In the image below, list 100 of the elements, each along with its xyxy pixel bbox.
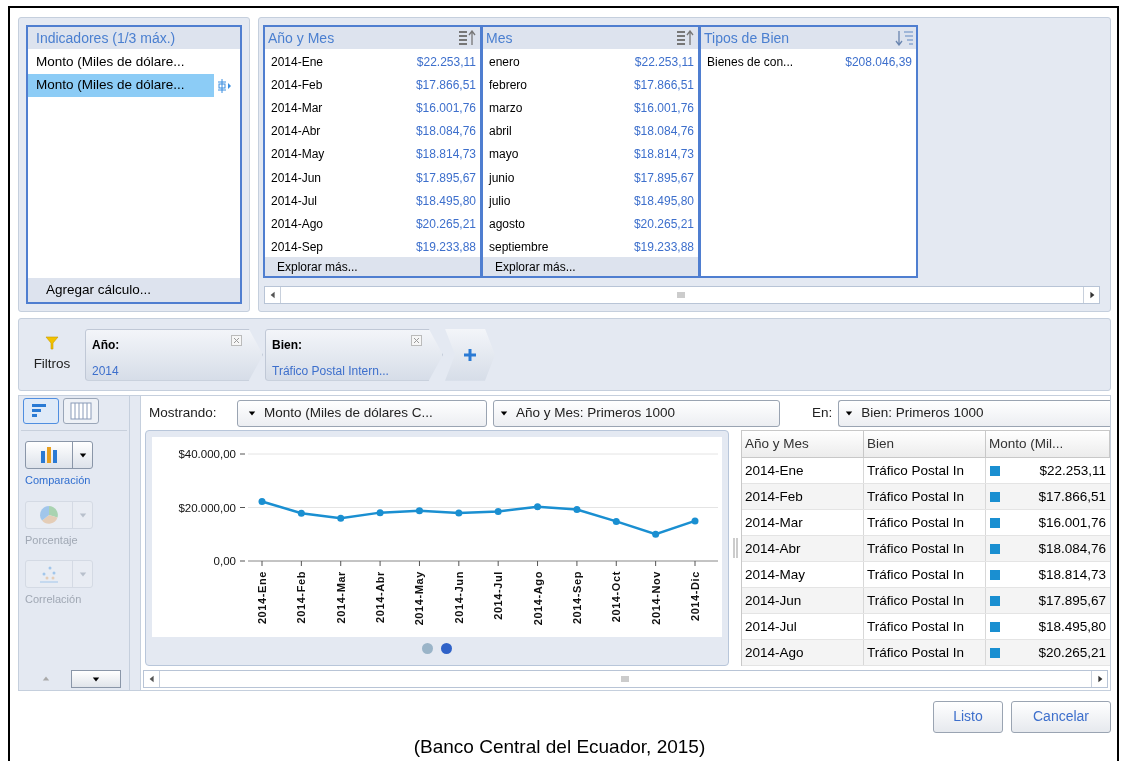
member-label[interactable]: 2014-Jun (271, 168, 322, 187)
table-cell: 2014-May (742, 562, 864, 588)
column-header[interactable]: Año y Mes (742, 431, 864, 458)
member-label[interactable]: enero (489, 52, 520, 71)
table-cell: Tráfico Postal In (864, 458, 986, 484)
table-cell: 2014-Ago (742, 640, 864, 666)
scroll-left-icon (268, 291, 277, 299)
member-label[interactable]: 2014-May (271, 145, 325, 164)
axis-tick-label: 2014-Feb (295, 571, 308, 624)
member-label[interactable]: 2014-Ene (271, 52, 324, 71)
close-icon[interactable] (231, 334, 242, 346)
table-cell-text: $18.495,80 (1038, 617, 1106, 636)
member-label[interactable]: abril (489, 122, 512, 141)
member-value: $18.814,73 (633, 146, 694, 164)
member-label[interactable]: mayo (489, 145, 519, 164)
chart-type-button[interactable] (25, 441, 93, 470)
member-label[interactable]: septiembre (489, 238, 549, 257)
member-value: $18.814,73 (415, 146, 476, 164)
series-swatch (990, 647, 1000, 658)
member-label[interactable]: 2014-Jul (271, 191, 318, 210)
member-value: $19.233,88 (633, 239, 694, 257)
rows-dropdown[interactable]: Año y Mes: Primeros 1000 (493, 399, 780, 427)
column-header: Año y Mes (268, 28, 335, 48)
data-point (691, 517, 699, 525)
table-cell-text: $16.001,76 (1038, 513, 1106, 532)
explore-more-link[interactable]: Explorar más... (483, 257, 698, 276)
member-label[interactable]: marzo (489, 98, 523, 117)
axis-tick-label: 2014-Abr (374, 571, 387, 624)
member-label[interactable]: junio (489, 168, 515, 187)
member-label[interactable]: agosto (489, 214, 526, 233)
member-value: $16.001,76 (633, 99, 694, 117)
member-value: $17.866,51 (415, 76, 476, 94)
member-label[interactable]: Bienes de con... (707, 52, 794, 71)
caret-icon (78, 451, 87, 460)
member-value: $19.233,88 (415, 239, 476, 257)
chart-type-label: Correlación (25, 592, 83, 608)
horizontal-scrollbar[interactable] (264, 286, 1100, 304)
table-cell-text: $18.814,73 (1038, 565, 1106, 584)
caret-icon (78, 510, 87, 519)
indicator-item[interactable]: Monto (Miles de dólare... (28, 51, 214, 74)
scroll-down-button[interactable] (71, 669, 121, 688)
member-value: $17.895,67 (415, 169, 476, 187)
caret-up-icon (42, 674, 50, 683)
view-toggle[interactable] (23, 398, 59, 425)
member-label[interactable]: 2014-Sep (271, 238, 324, 257)
column-header[interactable]: Monto (Mil... (986, 431, 1110, 458)
data-point (297, 509, 305, 517)
member-label[interactable]: 2014-Abr (271, 122, 321, 141)
axis-tick-label: 2014-Dic (689, 571, 701, 622)
axis-tick-label: 0,00 (213, 555, 236, 568)
caret-icon (500, 409, 508, 418)
data-point (337, 514, 345, 522)
plus-icon (463, 347, 477, 362)
member-value: $18.495,80 (415, 192, 476, 210)
splitter-handle-icon[interactable] (732, 538, 738, 559)
member-label[interactable]: 2014-Mar (271, 98, 323, 117)
caret-icon (248, 409, 256, 418)
member-value: $18.084,76 (415, 123, 476, 141)
series-swatch (990, 595, 1000, 606)
member-label[interactable]: febrero (489, 75, 528, 94)
member-value: $208.046,39 (845, 53, 912, 71)
sort-descending-icon[interactable] (894, 30, 914, 46)
data-point (652, 530, 660, 538)
member-label[interactable]: julio (489, 191, 511, 210)
caret-icon (845, 409, 854, 418)
sort-ascending-icon[interactable] (458, 30, 478, 46)
member-value: $17.866,51 (633, 76, 694, 94)
filter-chip[interactable]: Año: 2014 (85, 328, 263, 381)
column-header[interactable]: Bien (864, 431, 986, 458)
sort-ascending-icon[interactable] (676, 30, 696, 46)
member-value: $20.265,21 (415, 215, 476, 233)
member-label[interactable]: 2014-Ago (271, 214, 324, 233)
close-icon[interactable] (411, 334, 422, 346)
table-cell: 2014-Jul (742, 614, 864, 640)
explore-more-link[interactable]: Explorar más... (265, 257, 480, 276)
dialog-button[interactable]: Listo (933, 700, 1003, 733)
axis-tick-label: 2014-Mar (334, 571, 347, 624)
measure-dropdown[interactable]: Monto (Miles de dólares C... (237, 399, 487, 427)
table-cell: Tráfico Postal In (864, 614, 986, 640)
member-label[interactable]: 2014-Feb (271, 75, 323, 94)
chart-type-label: Comparación (25, 473, 92, 489)
filters-label: Filtros (33, 354, 71, 373)
columns-dropdown[interactable]: Bien: Primeros 1000 (838, 399, 1110, 427)
grip-icon (677, 291, 687, 299)
member-value: $18.084,76 (633, 123, 694, 141)
axis-tick-label: 2014-Jul (492, 571, 505, 620)
indicator-item[interactable]: Monto (Miles de dólare... (28, 74, 214, 97)
axis-tick-label: 2014-Oct (610, 571, 623, 623)
series-swatch (990, 465, 1000, 476)
filter-chip[interactable]: Bien: Tráfico Postal Intern... (265, 328, 443, 381)
add-calculation-link[interactable]: Agregar cálculo... (28, 278, 240, 303)
pie-chart-icon (39, 504, 59, 525)
table-cell: 2014-Jun (742, 588, 864, 614)
dialog-button[interactable]: Cancelar (1011, 700, 1111, 733)
horizontal-scrollbar[interactable] (143, 670, 1108, 689)
axis-tick-label: 2014-Ene (256, 571, 268, 625)
drag-handle-icon[interactable] (216, 78, 232, 93)
caret-icon (78, 570, 87, 579)
view-toggle[interactable] (63, 398, 99, 425)
grip-icon (620, 675, 631, 684)
